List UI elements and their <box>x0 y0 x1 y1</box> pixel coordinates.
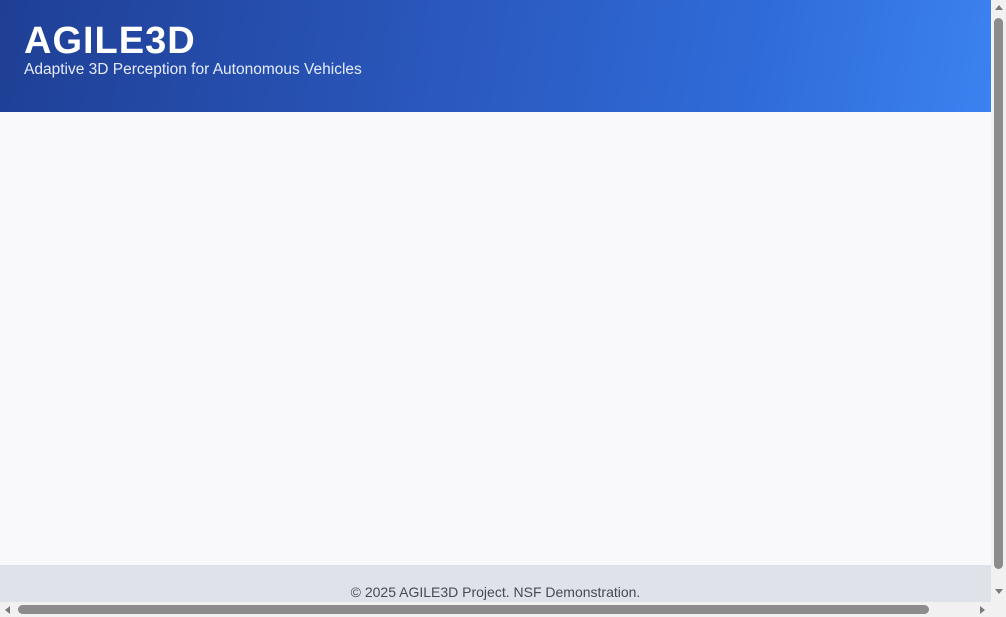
horizontal-scroll-thumb[interactable] <box>18 605 929 614</box>
vertical-scrollbar[interactable] <box>991 0 1006 602</box>
scroll-left-icon[interactable] <box>5 606 10 614</box>
horizontal-scrollbar[interactable] <box>0 602 991 617</box>
scrollbar-corner <box>991 602 1006 617</box>
site-header: AGILE3D Adaptive 3D Perception for Auton… <box>0 0 991 112</box>
scroll-up-icon[interactable] <box>995 5 1003 10</box>
site-tagline: Adaptive 3D Perception for Autonomous Ve… <box>24 61 362 78</box>
site-title: AGILE3D <box>24 20 196 62</box>
main-content <box>0 112 991 565</box>
site-footer: © 2025 AGILE3D Project. NSF Demonstratio… <box>0 565 991 602</box>
scroll-right-icon[interactable] <box>980 606 985 614</box>
footer-copyright: © 2025 AGILE3D Project. NSF Demonstratio… <box>350 584 641 600</box>
page-viewport: AGILE3D Adaptive 3D Perception for Auton… <box>0 0 991 602</box>
vertical-scroll-thumb[interactable] <box>994 18 1003 569</box>
scroll-down-icon[interactable] <box>995 589 1003 594</box>
